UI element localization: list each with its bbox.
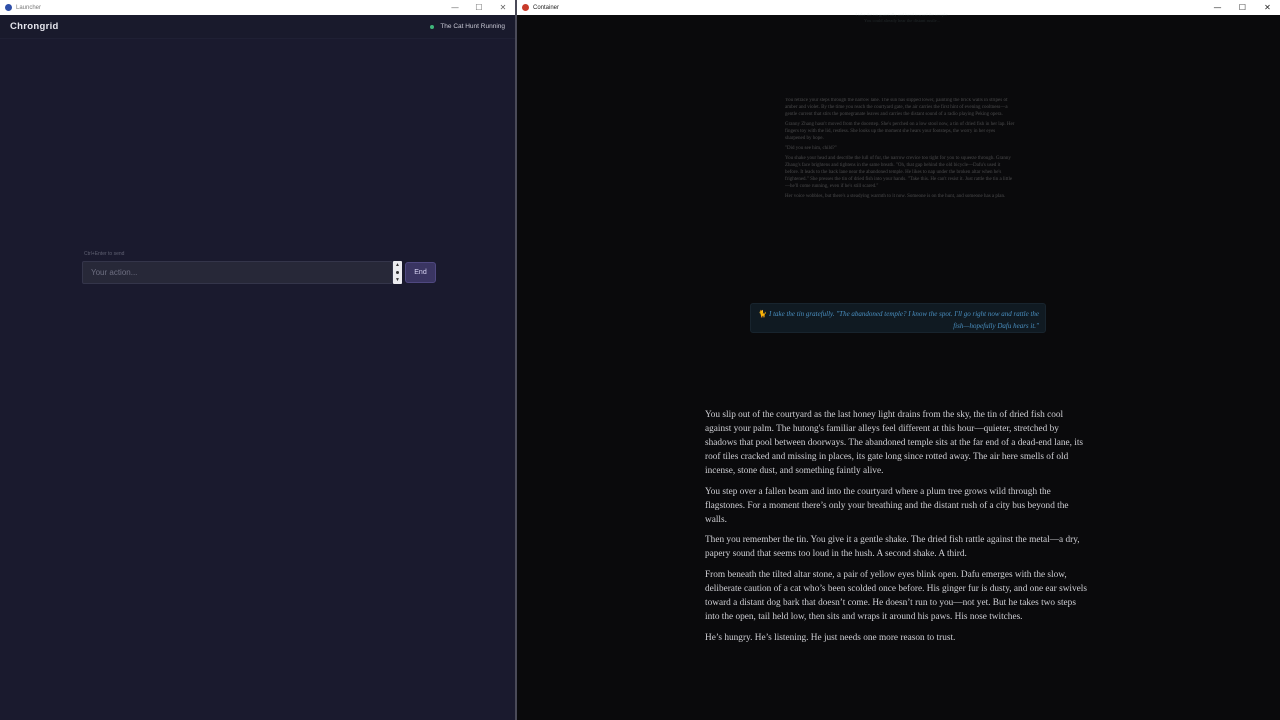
- input-resize-handle[interactable]: ▲ ▼: [393, 261, 402, 284]
- choice-text: I take the tin gratefully. "The abandone…: [768, 310, 1039, 330]
- send-hint: Ctrl+Enter to send: [84, 251, 125, 257]
- close-icon[interactable]: ✕: [1255, 0, 1280, 15]
- faded-previous-choice: I take the tin gratefully and head towar…: [817, 12, 987, 24]
- container-window: Container — ☐ ✕ I take the tin gratefull…: [517, 0, 1280, 720]
- faded-paragraph: "Did you see him, child?": [785, 146, 837, 151]
- launcher-window-controls: — ☐ ✕: [443, 0, 515, 15]
- launcher-app-icon: [5, 4, 12, 11]
- launcher-window-title: Launcher: [16, 4, 42, 11]
- cat-icon: 🐈: [758, 310, 767, 318]
- chevron-up-icon: ▲: [395, 262, 400, 268]
- container-window-title: Container: [533, 4, 560, 11]
- faded-top-line: You could already hear the distant rustl…: [864, 18, 940, 23]
- action-input[interactable]: [82, 261, 393, 284]
- minimize-icon[interactable]: —: [443, 0, 467, 15]
- story-text: You slip out of the courtyard as the las…: [705, 408, 1090, 651]
- container-app-icon: [522, 4, 529, 11]
- launcher-titlebar[interactable]: Launcher — ☐ ✕: [0, 0, 515, 15]
- action-composer: ▲ ▼ End: [82, 261, 436, 284]
- story-paragraph: Then you remember the tin. You give it a…: [705, 535, 1080, 560]
- maximize-icon[interactable]: ☐: [467, 0, 491, 15]
- story-paragraph: You slip out of the courtyard as the las…: [705, 410, 1084, 477]
- faded-paragraph: You shake your head and describe the lul…: [785, 156, 1013, 189]
- player-choice: 🐈 I take the tin gratefully. "The abandon…: [750, 303, 1046, 333]
- story-paragraph: He’s hungry. He’s listening. He just nee…: [705, 632, 956, 643]
- faded-paragraph: Granny Zhang hasn't moved from the doors…: [785, 122, 1015, 141]
- faded-paragraph: Her voice wobbles, but there's a steadyi…: [785, 194, 1006, 199]
- story-paragraph: From beneath the tilted altar stone, a p…: [705, 569, 1087, 623]
- story-paragraph: You step over a fallen beam and into the…: [705, 486, 1069, 525]
- launcher-header: Chrongrid The Cat Hunt Running: [0, 15, 515, 39]
- launcher-window: Launcher — ☐ ✕ Chrongrid The Cat Hunt Ru…: [0, 0, 517, 720]
- status-dot-icon: [430, 24, 435, 29]
- end-button[interactable]: End: [405, 262, 436, 283]
- close-icon[interactable]: ✕: [491, 0, 515, 15]
- minimize-icon[interactable]: —: [1205, 0, 1230, 15]
- maximize-icon[interactable]: ☐: [1230, 0, 1255, 15]
- app-brand: Chrongrid: [10, 21, 59, 32]
- container-window-controls: — ☐ ✕: [1205, 0, 1280, 15]
- session-status: The Cat Hunt Running: [430, 23, 505, 30]
- handle-dot-icon: [396, 271, 399, 274]
- faded-paragraph: You retrace your steps through the narro…: [785, 98, 1008, 117]
- status-text: The Cat Hunt Running: [440, 23, 505, 30]
- faded-story-block: You retrace your steps through the narro…: [785, 97, 1015, 203]
- chevron-down-icon: ▼: [395, 277, 400, 283]
